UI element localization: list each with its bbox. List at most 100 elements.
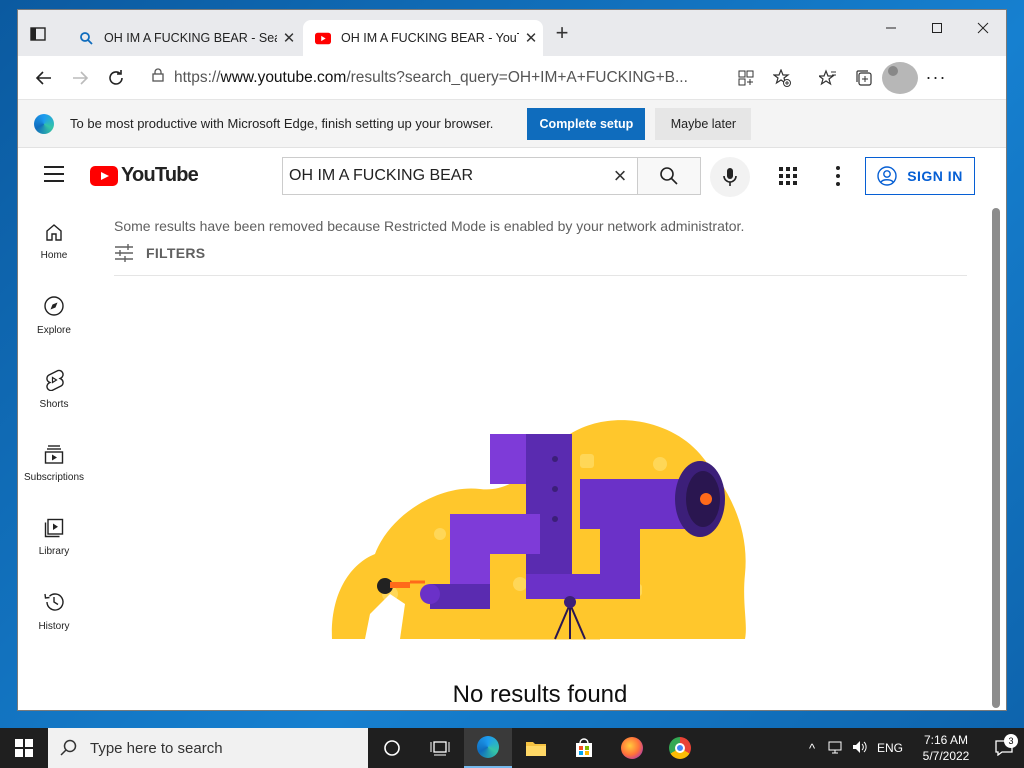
network-icon[interactable]	[824, 740, 848, 757]
guide-label: Home	[40, 249, 68, 261]
address-actions: ···	[728, 61, 954, 94]
apps-grid-icon[interactable]	[778, 166, 798, 186]
close-tab-icon[interactable]: ✕	[519, 29, 543, 47]
search-query: OH IM A FUCKING BEAR	[289, 167, 474, 184]
notifications-button[interactable]: 3	[984, 734, 1024, 756]
new-tab-button[interactable]: +	[550, 22, 574, 44]
guide-item-history[interactable]: History	[18, 574, 90, 648]
taskbar: Type here to search ^ ENG 7:16 AM 5/7/20…	[0, 728, 1024, 768]
taskbar-search-input[interactable]: Type here to search	[48, 728, 368, 768]
youtube-logo[interactable]: YouTube	[90, 164, 199, 187]
url-path: /results?search_query=OH+IM+A+FUCKING+B.…	[346, 68, 688, 86]
file-explorer-icon[interactable]	[512, 728, 560, 768]
library-icon	[44, 518, 64, 537]
app-available-icon[interactable]	[728, 62, 764, 94]
chrome-icon[interactable]	[656, 728, 704, 768]
address-input[interactable]: https://www.youtube.com/results?search_q…	[142, 62, 722, 94]
back-arrow-icon	[35, 70, 51, 85]
task-view-icon[interactable]	[416, 728, 464, 768]
clock[interactable]: 7:16 AM 5/7/2022	[908, 732, 984, 764]
language-indicator[interactable]: ENG	[872, 741, 908, 755]
maybe-later-button[interactable]: Maybe later	[655, 107, 752, 140]
filters-icon	[115, 244, 133, 262]
guide-label: Shorts	[39, 398, 69, 410]
forward-arrow-icon	[73, 70, 89, 85]
notification-count: 3	[1004, 734, 1018, 748]
edge-setup-infobar: To be most productive with Microsoft Edg…	[18, 100, 1006, 148]
search-icon	[78, 30, 94, 46]
profile-button[interactable]	[882, 61, 918, 94]
system-tray: ^ ENG 7:16 AM 5/7/2022 3	[800, 728, 1024, 768]
maximize-button[interactable]	[914, 14, 960, 42]
guide-label: History	[38, 620, 70, 632]
divider	[114, 275, 967, 276]
forward-button[interactable]	[62, 62, 98, 94]
taskbar-search-placeholder: Type here to search	[90, 739, 223, 757]
complete-setup-button[interactable]: Complete setup	[527, 107, 646, 140]
search-icon	[60, 739, 77, 756]
tab-search[interactable]: OH IM A FUCKING BEAR - Search ✕	[66, 20, 301, 56]
lock-icon	[152, 68, 164, 87]
history-icon	[44, 592, 64, 611]
more-options-icon[interactable]	[828, 164, 848, 188]
guide-item-library[interactable]: Library	[18, 500, 90, 574]
youtube-icon	[315, 30, 331, 46]
clock-date: 5/7/2022	[922, 749, 970, 763]
shorts-icon	[46, 369, 64, 391]
cortana-icon[interactable]	[368, 728, 416, 768]
tab-bar: OH IM A FUCKING BEAR - Search ✕ OH IM A …	[18, 10, 1006, 56]
back-button[interactable]	[26, 62, 62, 94]
close-window-button[interactable]	[960, 14, 1006, 42]
add-favorite-icon[interactable]	[764, 62, 800, 94]
tab-title: OH IM A FUCKING BEAR - YouTube	[341, 31, 519, 45]
firefox-icon[interactable]	[608, 728, 656, 768]
guide-label: Subscriptions	[23, 471, 85, 483]
search-icon	[660, 167, 678, 185]
search-button[interactable]	[637, 157, 701, 195]
avatar	[882, 61, 918, 94]
url-prefix: https://	[174, 68, 221, 86]
collections-icon[interactable]	[846, 62, 882, 94]
search-input[interactable]: OH IM A FUCKING BEAR ×	[282, 157, 638, 195]
guide-item-explore[interactable]: Explore	[18, 278, 90, 352]
guide-item-subscriptions[interactable]: Subscriptions	[18, 426, 90, 500]
tab-actions-icon[interactable]	[28, 24, 48, 44]
guide-item-home[interactable]: Home	[18, 204, 90, 278]
restricted-mode-notice: Some results have been removed because R…	[114, 218, 745, 234]
filters-label: FILTERS	[146, 245, 206, 261]
voice-search-button[interactable]	[710, 157, 750, 197]
home-icon	[46, 223, 62, 241]
refresh-button[interactable]	[98, 62, 134, 94]
windows-logo-icon	[15, 739, 33, 757]
no-results-message: No results found	[452, 681, 628, 708]
close-tab-icon[interactable]: ✕	[277, 29, 301, 47]
infobar-message: To be most productive with Microsoft Edg…	[70, 116, 494, 131]
sign-in-button[interactable]: SIGN IN	[865, 157, 975, 195]
url-host: www.youtube.com	[220, 68, 347, 86]
youtube-header: YouTube OH IM A FUCKING BEAR × SIGN IN	[18, 148, 1006, 204]
edge-logo-icon	[34, 113, 54, 134]
youtube-logo-text: YouTube	[121, 164, 199, 186]
hamburger-menu-icon[interactable]	[44, 166, 64, 182]
edge-taskbar-icon[interactable]	[464, 728, 512, 768]
start-button[interactable]	[0, 728, 48, 768]
clear-search-icon[interactable]: ×	[603, 163, 637, 189]
page-scrollbar[interactable]	[992, 208, 1000, 708]
filters-button[interactable]: FILTERS	[114, 244, 205, 262]
minimize-button[interactable]	[868, 14, 914, 42]
user-circle-icon	[877, 166, 897, 186]
browser-window: OH IM A FUCKING BEAR - Search ✕ OH IM A …	[18, 10, 1006, 710]
address-bar-row: https://www.youtube.com/results?search_q…	[18, 56, 1006, 100]
guide-label: Library	[38, 545, 70, 557]
favorites-icon[interactable]	[810, 62, 846, 94]
tab-youtube[interactable]: OH IM A FUCKING BEAR - YouTube ✕	[303, 20, 543, 56]
tab-title: OH IM A FUCKING BEAR - Search	[104, 31, 277, 45]
store-icon[interactable]	[560, 728, 608, 768]
youtube-play-icon	[90, 165, 118, 186]
chevron-up-icon[interactable]: ^	[800, 741, 824, 756]
volume-icon[interactable]	[848, 740, 872, 757]
refresh-icon	[109, 69, 123, 85]
explore-icon	[44, 295, 64, 316]
settings-more-icon[interactable]: ···	[918, 62, 954, 94]
guide-item-shorts[interactable]: Shorts	[18, 352, 90, 426]
